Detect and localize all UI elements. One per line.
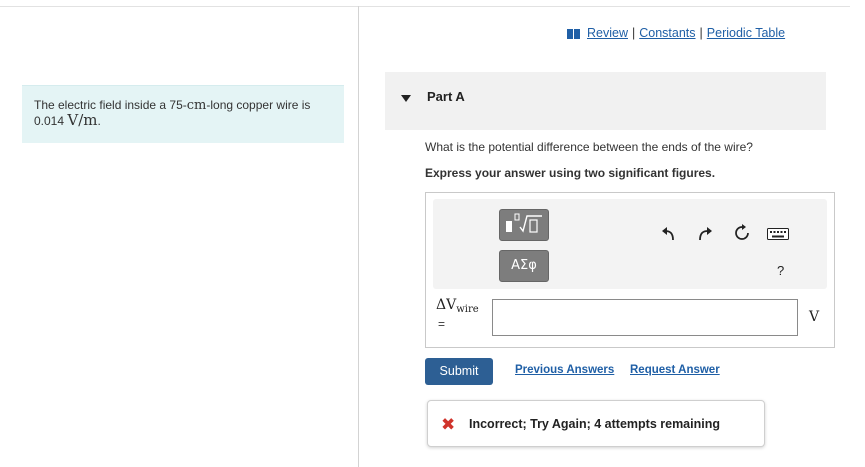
- review-link[interactable]: Review: [587, 26, 628, 40]
- equals-sign: =: [438, 317, 446, 331]
- feedback-message: Incorrect; Try Again; 4 attempts remaini…: [469, 417, 720, 431]
- part-title: Part A: [427, 89, 465, 104]
- submit-button[interactable]: Submit: [425, 358, 493, 385]
- link-separator: |: [699, 26, 703, 40]
- problem-statement: The electric field inside a 75-cm-long c…: [22, 85, 344, 143]
- top-divider: [0, 6, 850, 7]
- variable-main: ΔV: [436, 297, 457, 313]
- x-icon: ✖: [441, 415, 456, 434]
- answer-unit: V: [809, 309, 820, 325]
- help-button[interactable]: ?: [777, 263, 784, 278]
- reset-icon[interactable]: [733, 224, 751, 247]
- math-toolbar: ΑΣφ ?: [433, 199, 827, 289]
- greek-symbols-button[interactable]: ΑΣφ: [499, 250, 549, 282]
- problem-text-before: The electric field inside a 75-: [34, 98, 187, 112]
- template-button[interactable]: [499, 209, 549, 241]
- template-icon: [506, 213, 542, 233]
- answer-input[interactable]: [492, 299, 798, 336]
- redo-icon[interactable]: [697, 225, 713, 246]
- part-a-header[interactable]: Part A: [385, 72, 826, 130]
- resource-links: Review | Constants | Periodic Table: [567, 26, 785, 40]
- question-text: What is the potential difference between…: [425, 140, 753, 154]
- book-icon: [567, 28, 581, 39]
- periodic-table-link[interactable]: Periodic Table: [707, 26, 785, 40]
- collapse-triangle-icon[interactable]: [401, 95, 411, 102]
- undo-icon[interactable]: [661, 225, 677, 246]
- answer-area: ΑΣφ ? ΔVwire = V: [425, 192, 835, 348]
- variable-subscript: wire: [456, 304, 479, 315]
- constants-link[interactable]: Constants: [639, 26, 695, 40]
- feedback-box: ✖ Incorrect; Try Again; 4 attempts remai…: [427, 400, 765, 447]
- link-separator: |: [632, 26, 636, 40]
- column-divider: [358, 6, 359, 467]
- instruction-text: Express your answer using two significan…: [425, 166, 716, 180]
- answer-variable-label: ΔVwire: [436, 297, 479, 315]
- unit-cm: cm: [186, 98, 207, 113]
- keyboard-icon[interactable]: [767, 227, 789, 245]
- previous-answers-link[interactable]: Previous Answers: [515, 364, 614, 376]
- problem-text-after: .: [97, 114, 101, 128]
- request-answer-link[interactable]: Request Answer: [630, 364, 720, 376]
- field-unit: V/m: [67, 111, 98, 129]
